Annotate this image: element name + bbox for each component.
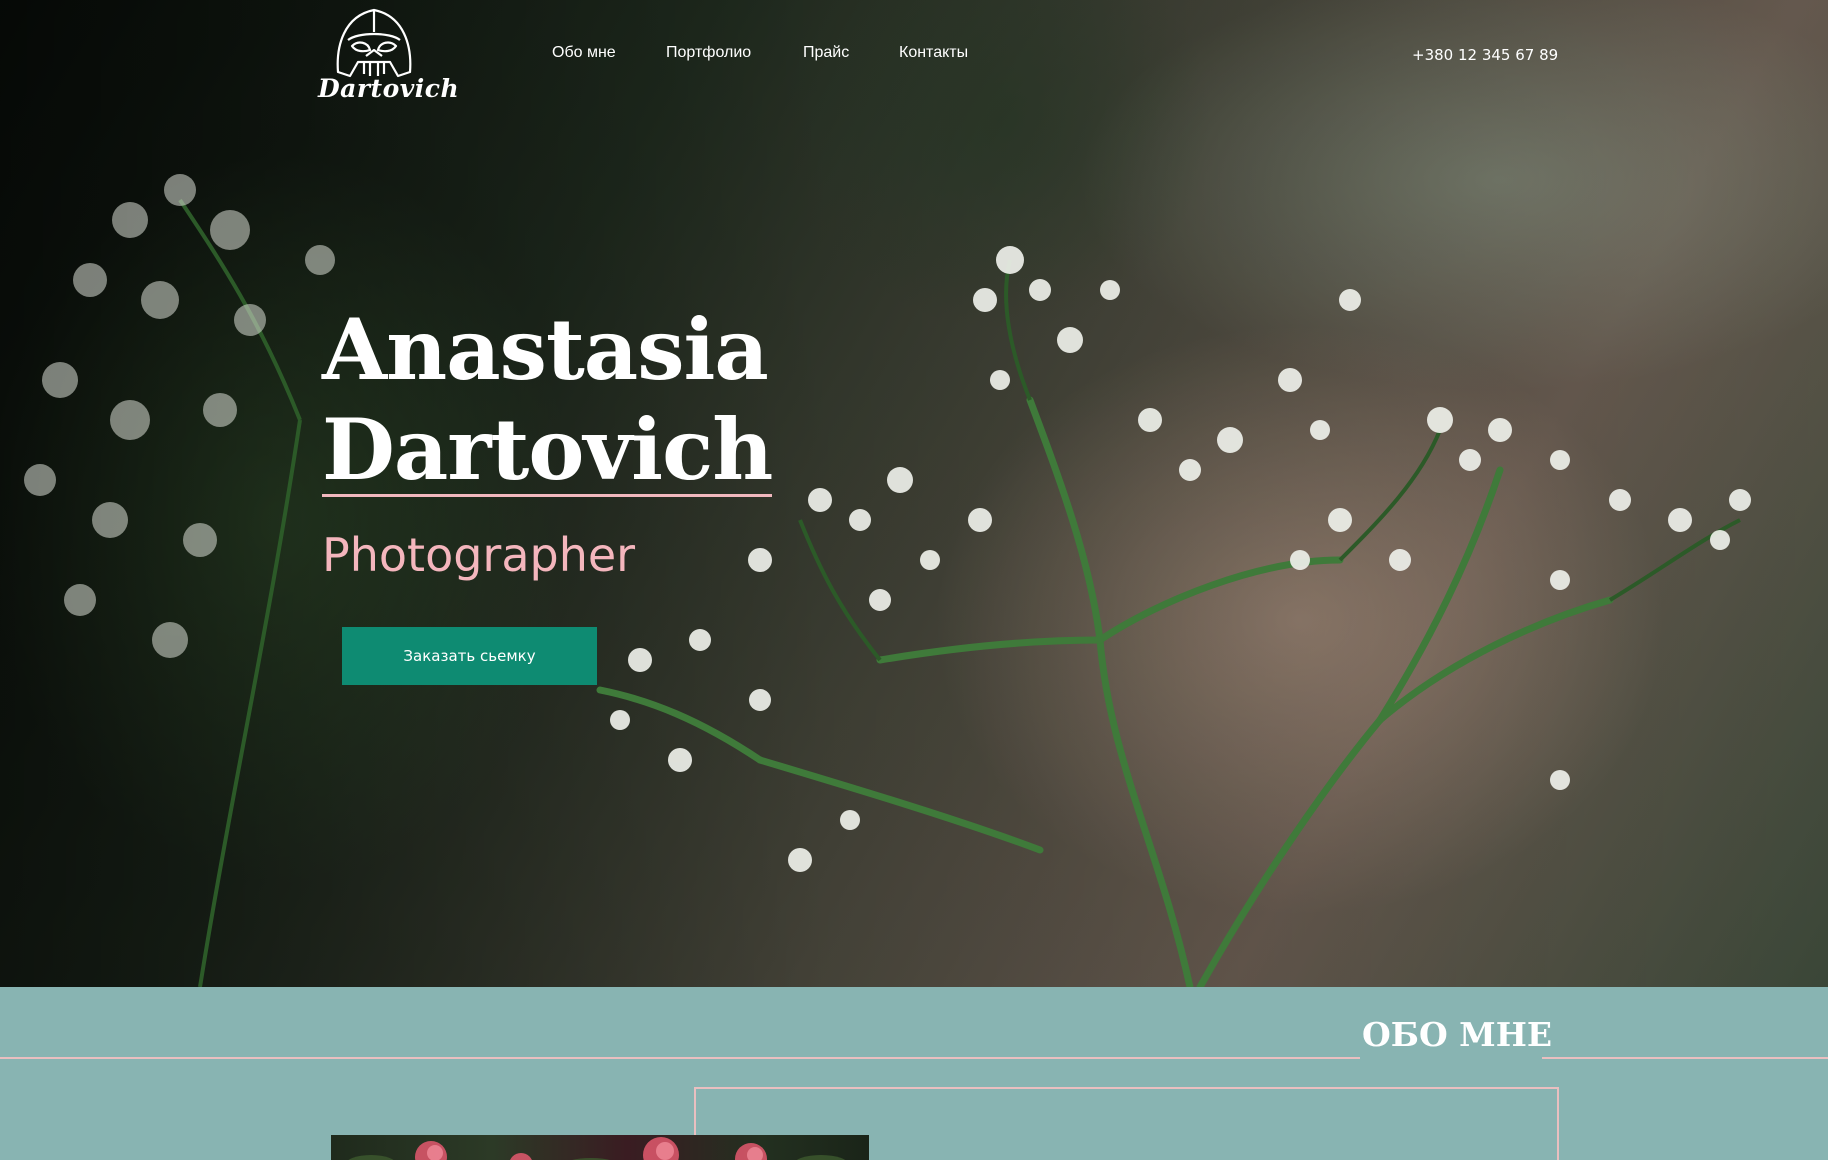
nav-item-portfolio[interactable]: Портфолио bbox=[666, 44, 751, 62]
about-photo bbox=[331, 1135, 869, 1160]
phone-number[interactable]: +380 12 345 67 89 bbox=[1412, 46, 1558, 64]
hero-title-last-name: Dartovich bbox=[322, 400, 773, 499]
logo[interactable]: Dartovich bbox=[318, 6, 460, 106]
book-shoot-button[interactable]: Заказать сьемку bbox=[342, 627, 597, 685]
roses-image bbox=[348, 1137, 846, 1160]
nav-item-price[interactable]: Прайс bbox=[803, 44, 849, 62]
logo-text: Dartovich bbox=[318, 74, 460, 103]
darth-vader-helmet-icon bbox=[336, 8, 412, 78]
title-underline bbox=[322, 494, 772, 497]
hero-section: Dartovich Обо мне Портфолио Прайс Контак… bbox=[0, 0, 1828, 987]
hero-title: Anastasia Dartovich bbox=[322, 300, 773, 500]
about-section: ОБО МНЕ bbox=[0, 987, 1828, 1160]
hero-subtitle: Photographer bbox=[322, 528, 636, 582]
nav-item-contacts[interactable]: Контакты bbox=[899, 44, 968, 62]
nav-item-about[interactable]: Обо мне bbox=[552, 44, 616, 62]
divider-left bbox=[0, 1057, 1360, 1059]
hero-title-first-name: Anastasia bbox=[322, 300, 769, 399]
divider-right bbox=[1542, 1057, 1828, 1059]
about-title: ОБО МНЕ bbox=[1362, 1015, 1553, 1054]
flower-photo bbox=[24, 174, 1751, 987]
